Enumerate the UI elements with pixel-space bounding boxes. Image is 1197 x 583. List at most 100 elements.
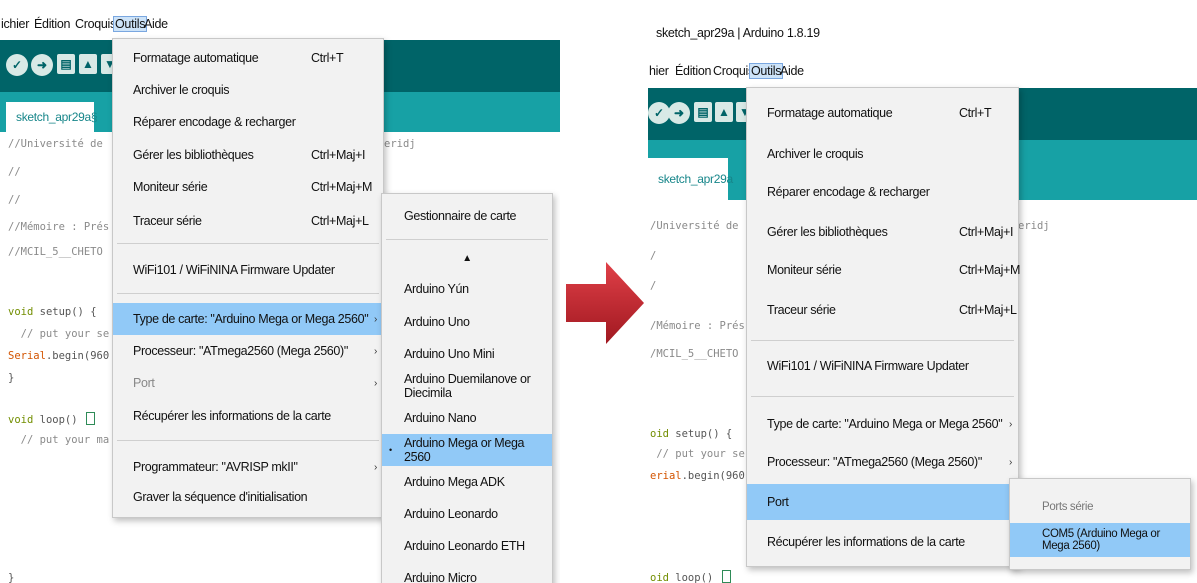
menu-item-wifi-updater[interactable]: WiFi101 / WiFiNINA Firmware Updater xyxy=(747,350,1018,382)
board-item[interactable]: Arduino Nano xyxy=(382,402,552,434)
code-line: // put your ma xyxy=(8,434,110,446)
menu-separator xyxy=(386,239,548,240)
board-submenu: Gestionnaire de carte ▲ Arduino Yún Ardu… xyxy=(381,193,553,583)
board-item[interactable]: Arduino Leonardo xyxy=(382,498,552,530)
code-line: oid loop() xyxy=(650,570,731,583)
submenu-arrow-icon: › xyxy=(374,345,377,357)
menu-item-bibliotheques[interactable]: Gérer les bibliothèques Ctrl+Maj+I xyxy=(747,216,1018,248)
port-item-com5[interactable]: COM5 (Arduino Mega or Mega 2560) xyxy=(1010,523,1190,557)
code-line: / xyxy=(650,280,657,292)
outils-menu: Formatage automatique Ctrl+T Archiver le … xyxy=(746,87,1020,567)
transition-arrow-icon xyxy=(566,262,644,344)
code-line: // put your se xyxy=(8,328,110,340)
submenu-arrow-icon: › xyxy=(1009,418,1012,430)
board-item[interactable]: Arduino Mega ADK xyxy=(382,466,552,498)
outils-menu: Formatage automatique Ctrl+T Archiver le … xyxy=(112,38,384,518)
tab-sketch[interactable]: sketch_apr29a§ xyxy=(6,102,98,132)
menu-edition[interactable]: Édition xyxy=(33,17,71,31)
submenu-arrow-icon: › xyxy=(374,377,377,389)
menu-item-archiver[interactable]: Archiver le croquis xyxy=(747,138,1018,170)
menu-bar: hier Édition Croquis Outils Aide xyxy=(648,63,1197,81)
code-line: } xyxy=(8,572,15,583)
new-icon[interactable]: ▤ xyxy=(57,54,75,74)
menu-separator xyxy=(751,340,1014,341)
code-line: erial.begin(960 xyxy=(650,470,745,482)
menu-item-graver[interactable]: Graver la séquence d'initialisation xyxy=(113,481,383,513)
menu-item-bibliotheques[interactable]: Gérer les bibliothèques Ctrl+Maj+I xyxy=(113,139,383,171)
menu-item-moniteur[interactable]: Moniteur série Ctrl+Maj+M xyxy=(747,254,1020,286)
verify-icon[interactable]: ✓ xyxy=(648,102,670,124)
menu-separator xyxy=(751,396,1014,397)
verify-icon[interactable]: ✓ xyxy=(6,54,28,76)
menu-item-formatage[interactable]: Formatage automatique Ctrl+T xyxy=(113,42,383,74)
submenu-arrow-icon: › xyxy=(1009,456,1012,468)
code-line: //MCIL_5__CHETO xyxy=(8,246,103,258)
menu-croquis[interactable]: Croquis xyxy=(74,17,117,31)
menu-item-traceur[interactable]: Traceur série Ctrl+Maj+L xyxy=(747,294,1018,326)
code-line: } xyxy=(8,372,15,384)
menu-fichier[interactable]: hier xyxy=(648,64,670,78)
port-submenu: Ports série COM5 (Arduino Mega or Mega 2… xyxy=(1009,478,1191,570)
board-item[interactable]: Arduino Leonardo ETH xyxy=(382,530,552,562)
code-line: //Université de xyxy=(8,138,103,150)
menu-aide[interactable]: Aide xyxy=(779,64,805,78)
board-item[interactable]: Arduino Micro xyxy=(382,562,552,583)
submenu-arrow-icon: › xyxy=(374,313,377,325)
open-icon[interactable]: ▲ xyxy=(715,102,733,122)
board-item[interactable]: Arduino Duemilanove or Diecimila xyxy=(382,370,552,402)
menu-item-wifi-updater[interactable]: WiFi101 / WiFiNINA Firmware Updater xyxy=(113,254,383,286)
board-item-selected[interactable]: • Arduino Mega or Mega 2560 xyxy=(382,434,552,466)
menu-item-formatage[interactable]: Formatage automatique Ctrl+T xyxy=(747,97,1018,129)
code-line: void loop() xyxy=(8,412,95,426)
code-line: / xyxy=(650,250,657,262)
menu-item-type-carte[interactable]: Type de carte: "Arduino Mega or Mega 256… xyxy=(113,303,383,335)
menu-edition[interactable]: Édition xyxy=(674,64,712,78)
menu-fichier[interactable]: ichier xyxy=(0,17,30,31)
code-line: /MCIL_5__CHETO xyxy=(650,348,739,360)
scroll-up-icon[interactable]: ▲ xyxy=(382,242,552,274)
code-line: // put your se xyxy=(650,448,745,460)
menu-item-moniteur[interactable]: Moniteur série Ctrl+Maj+M xyxy=(113,171,383,203)
menu-item-traceur[interactable]: Traceur série Ctrl+Maj+L xyxy=(113,205,383,237)
code-line: /Université de xyxy=(650,220,739,232)
code-line-tail: eridj xyxy=(384,138,416,150)
menu-item-processeur[interactable]: Processeur: "ATmega2560 (Mega 2560)" › xyxy=(113,335,383,367)
menu-item-recuperer-infos[interactable]: Récupérer les informations de la carte xyxy=(747,526,1018,558)
code-line: oid setup() { xyxy=(650,428,733,440)
text-cursor xyxy=(721,570,731,583)
menu-item-type-carte[interactable]: Type de carte: "Arduino Mega or Mega 256… xyxy=(747,408,1018,440)
menu-item-programmateur[interactable]: Programmateur: "AVRISP mkII" › xyxy=(113,451,383,483)
new-icon[interactable]: ▤ xyxy=(694,102,712,122)
menu-item-port[interactable]: Port› xyxy=(747,484,1018,520)
tab-sketch[interactable]: sketch_apr29a xyxy=(648,158,733,200)
menu-aide[interactable]: Aide xyxy=(143,17,169,31)
menu-item-port[interactable]: Port› xyxy=(113,367,383,399)
open-icon[interactable]: ▲ xyxy=(79,54,97,74)
menu-item-processeur[interactable]: Processeur: "ATmega2560 (Mega 2560)" › xyxy=(747,446,1018,478)
code-line: Serial.begin(960 xyxy=(8,350,110,362)
window-title: sketch_apr29a | Arduino 1.8.19 xyxy=(656,26,820,40)
menu-separator xyxy=(117,293,379,294)
menu-item-archiver[interactable]: Archiver le croquis xyxy=(113,74,383,106)
menu-separator xyxy=(117,243,379,244)
board-item[interactable]: Arduino Uno Mini xyxy=(382,338,552,370)
selected-dot-icon: • xyxy=(389,445,392,455)
menu-separator xyxy=(117,440,379,441)
code-line: //Mémoire : Prés xyxy=(8,221,110,233)
board-item[interactable]: Arduino Uno xyxy=(382,306,552,338)
menu-item-reparer[interactable]: Réparer encodage & recharger xyxy=(747,176,1018,208)
text-cursor xyxy=(85,412,95,425)
board-manager-item[interactable]: Gestionnaire de carte xyxy=(382,200,552,232)
code-line-tail: eridj xyxy=(1018,220,1050,232)
menu-bar: ichier Édition Croquis Outils Aide xyxy=(0,16,560,34)
menu-item-recuperer-infos[interactable]: Récupérer les informations de la carte xyxy=(113,400,383,432)
upload-icon[interactable]: ➜ xyxy=(668,102,690,124)
menu-item-reparer[interactable]: Réparer encodage & recharger xyxy=(113,106,383,138)
code-line: // xyxy=(8,166,21,178)
board-item[interactable]: Arduino Yún xyxy=(382,273,552,305)
submenu-arrow-icon: › xyxy=(374,461,377,473)
upload-icon[interactable]: ➜ xyxy=(31,54,53,76)
ports-serie-header: Ports série xyxy=(1042,501,1094,513)
code-line: void setup() { xyxy=(8,306,97,318)
right-screenshot: sketch_apr29a | Arduino 1.8.19 hier Édit… xyxy=(648,0,1197,583)
